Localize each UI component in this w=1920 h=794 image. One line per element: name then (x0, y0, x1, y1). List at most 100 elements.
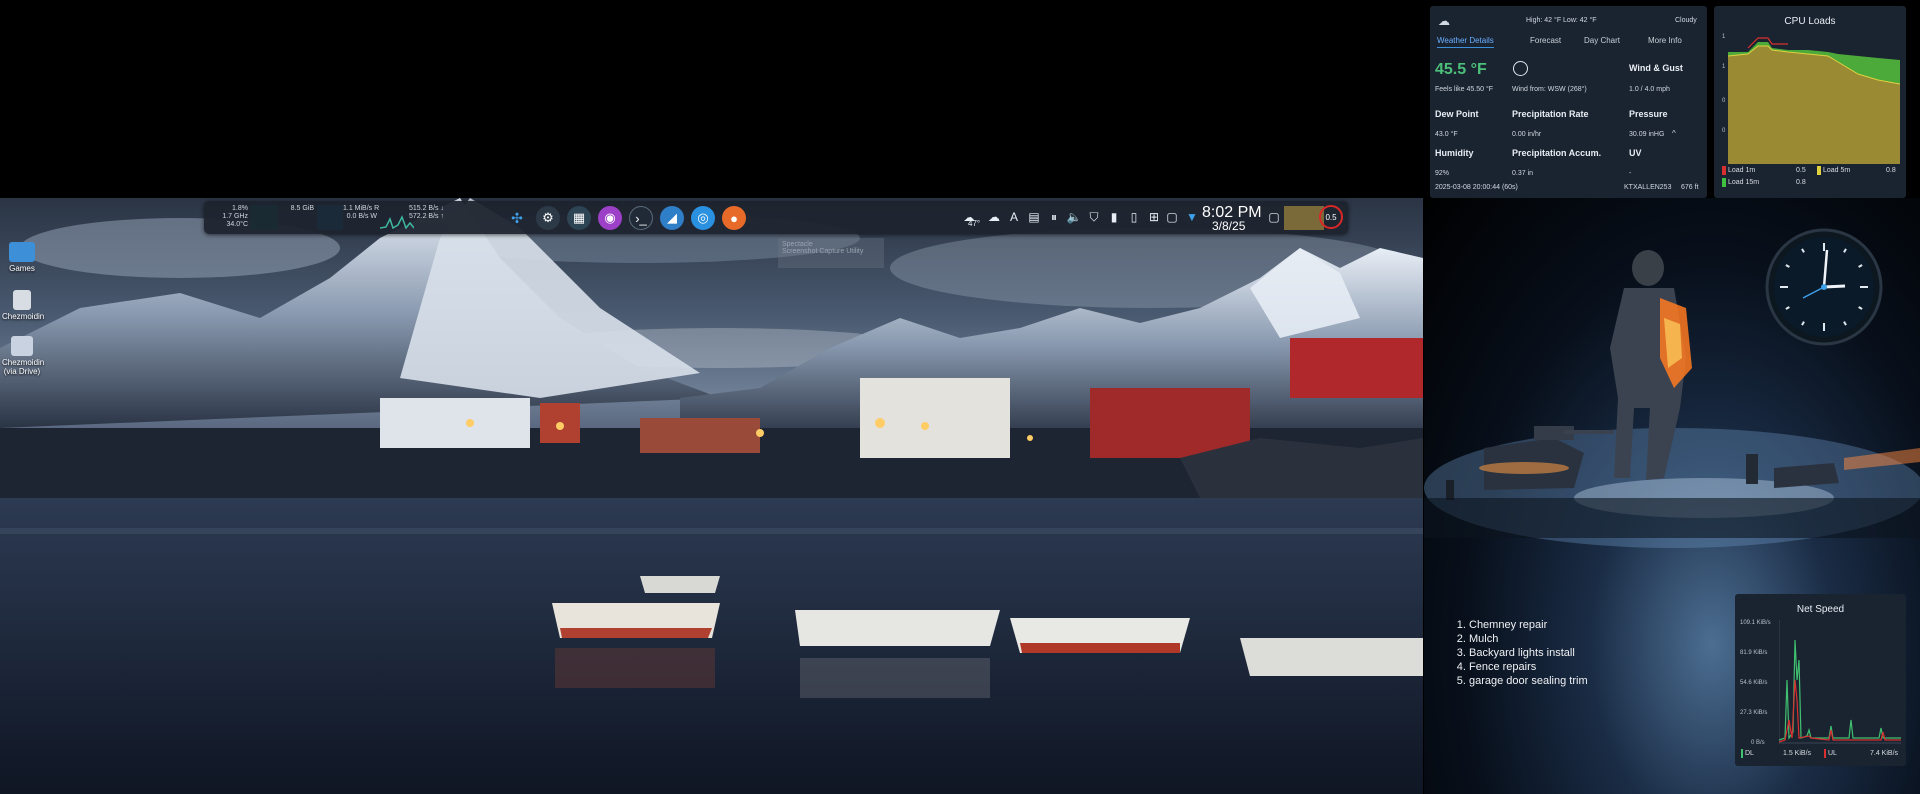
vault-tray-item[interactable]: ⛉ (1086, 209, 1102, 225)
speaker-icon: 🔈 (1066, 210, 1082, 224)
firefox-button[interactable]: ● (722, 206, 746, 230)
kdeconnect-tray-item[interactable]: ▯ (1126, 209, 1142, 225)
legend-value-ul: 7.4 KiB/s (1870, 750, 1899, 757)
discover-icon: ▦ (572, 210, 586, 225)
tray-expand-button[interactable]: ▼ (1184, 209, 1200, 225)
clipboard-tray-item[interactable]: ▤ (1026, 209, 1042, 225)
weather-tray-item[interactable]: ☁ 47° (956, 209, 982, 229)
wind-direction-icon (1513, 61, 1528, 76)
spectacle-icon: ◉ (604, 210, 616, 225)
todo-item: Fence repairs (1469, 660, 1588, 674)
legend-swatch-load15 (1722, 178, 1726, 187)
cpu-percent: 1.8% (232, 205, 248, 212)
media-player-tray-item[interactable]: ⏸ (1046, 209, 1062, 225)
desktop-icon-label: Games (9, 264, 35, 273)
cpu-load-chart (1728, 37, 1900, 164)
application-menu-button[interactable]: ✣ (505, 206, 529, 230)
volume-tray-item[interactable]: 🔈 (1066, 209, 1082, 225)
clock-date[interactable]: 3/8/25 (1212, 219, 1245, 233)
feels-like: Feels like 45.50 °F (1435, 86, 1494, 93)
launcher-tooltip: Spectacle Screenshot Capture Utility (778, 238, 884, 268)
weather-station[interactable]: KTXALLEN253 (1624, 184, 1671, 191)
tooltip-title: Spectacle (782, 241, 813, 248)
cpu-sparkline (250, 205, 278, 230)
memory-monitor[interactable]: 8.5 GiB (280, 205, 314, 213)
wind-from: Wind from: WSW (268°) (1512, 86, 1587, 93)
pressure-title: Pressure (1629, 109, 1668, 119)
notifications-tray-item[interactable]: ▢ (1164, 209, 1180, 225)
legend-label-ul: UL (1828, 750, 1837, 757)
pager-widget[interactable] (1284, 206, 1324, 230)
legend-value-dl: 1.5 KiB/s (1783, 750, 1812, 757)
weather-high-low: High: 42 °F Low: 42 °F (1526, 17, 1597, 24)
clipboard-icon: ▤ (1028, 210, 1040, 224)
desktop-icon-chezmoidin-drive[interactable]: Chezmoidin (via Drive) (2, 336, 45, 376)
cloud-sync-tray-item[interactable]: ☁ (986, 209, 1002, 225)
desktop-wallpaper: Games Chezmoidin Chezmoidin (via Drive) (0, 198, 1423, 794)
tab-weather-details[interactable]: Weather Details (1437, 36, 1494, 48)
battery-tray-item[interactable]: ▮ (1106, 209, 1122, 225)
uv-value: - (1629, 170, 1632, 177)
tab-day-chart[interactable]: Day Chart (1584, 36, 1620, 45)
dolphin-button[interactable]: ◢ (660, 206, 684, 230)
spectacle-button[interactable]: ◉ (598, 206, 622, 230)
net-y-tick: 109.1 KiB/s (1740, 620, 1771, 626)
wind-speed: 1.0 / 4.0 mph (1629, 86, 1670, 93)
wind-gust-title: Wind & Gust (1629, 63, 1683, 73)
discover-button[interactable]: ▦ (567, 206, 591, 230)
cpu-y-tick: 0 (1722, 128, 1726, 134)
system-settings-icon: ⚙ (542, 210, 554, 225)
show-desktop-button[interactable]: ▢ (1266, 209, 1282, 225)
network-sparkline (380, 215, 414, 229)
legend-swatch-dl (1741, 749, 1743, 758)
desktop-icon-games[interactable]: Games (2, 242, 42, 273)
todo-item: Mulch (1469, 632, 1588, 646)
load-gauge[interactable]: 0.5 (1319, 205, 1343, 229)
network-document-icon (11, 336, 33, 356)
desktop-icon-chezmoidin[interactable]: Chezmoidin (2, 290, 45, 321)
analog-clock-widget[interactable] (1765, 228, 1883, 346)
precip-accum-title: Precipitation Accum. (1512, 148, 1602, 158)
todo-item: garage door sealing trim (1469, 674, 1588, 688)
legend-value-load15: 0.8 (1796, 179, 1806, 186)
legend-label-load1: Load 1m (1728, 167, 1756, 174)
humidity-title: Humidity (1435, 148, 1474, 158)
font-icon: A (1009, 210, 1018, 224)
show-desktop-icon: ▢ (1268, 210, 1280, 224)
legend-label-load5: Load 5m (1823, 167, 1851, 174)
browser-button[interactable]: ◎ (691, 206, 715, 230)
cpu-y-tick: 0 (1722, 98, 1726, 104)
cloud-icon: ☁ (988, 210, 1000, 224)
chevron-down-icon: ▼ (1186, 210, 1198, 224)
weather-widget: ☁ High: 42 °F Low: 42 °F Cloudy Weather … (1430, 6, 1707, 198)
desktop-icon-label: Chezmoidin (via Drive) (2, 358, 45, 376)
cpu-frequency: 1.7 GHz (222, 213, 248, 220)
todo-note-widget[interactable]: Chemney repair Mulch Backyard lights ins… (1458, 618, 1588, 688)
phone-icon: ▯ (1130, 210, 1138, 224)
legend-label-load15: Load 15m (1728, 179, 1760, 186)
net-speed-widget: Net Speed 109.1 KiB/s 81.9 KiB/s 54.6 Ki… (1735, 594, 1906, 766)
tab-forecast[interactable]: Forecast (1530, 36, 1561, 45)
konsole-button[interactable]: ›_ (629, 206, 653, 230)
cpu-monitor[interactable]: 1.8% 1.7 GHz 34.0°C (212, 205, 248, 229)
legend-swatch-ul (1824, 749, 1826, 758)
weather-condition: Cloudy (1675, 17, 1697, 24)
system-settings-button[interactable]: ⚙ (536, 206, 560, 230)
notification-icon: ▢ (1166, 210, 1178, 224)
browser-icon: ◎ (697, 210, 709, 225)
legend-value-load1: 0.5 (1796, 167, 1806, 174)
battery-icon: ▮ (1110, 210, 1118, 224)
todo-item: Backyard lights install (1469, 646, 1588, 660)
font-tray-item[interactable]: A (1006, 209, 1022, 225)
weather-timestamp: 2025-03-08 20:00:44 (60s) (1435, 184, 1518, 191)
dolphin-icon: ◢ (667, 210, 677, 225)
precip-rate-title: Precipitation Rate (1512, 109, 1589, 119)
current-temperature: 45.5 °F (1435, 61, 1487, 78)
desktop-icon-label: Chezmoidin (2, 312, 45, 321)
cpu-loads-title: CPU Loads (1784, 16, 1836, 27)
network-tray-item[interactable]: ⊞ (1146, 209, 1162, 225)
tab-more-info[interactable]: More Info (1648, 36, 1682, 45)
weather-tray-temp: 47° (968, 219, 981, 228)
precip-accum-value: 0.37 in (1512, 170, 1534, 177)
cpu-temperature: 34.0°C (226, 221, 248, 228)
